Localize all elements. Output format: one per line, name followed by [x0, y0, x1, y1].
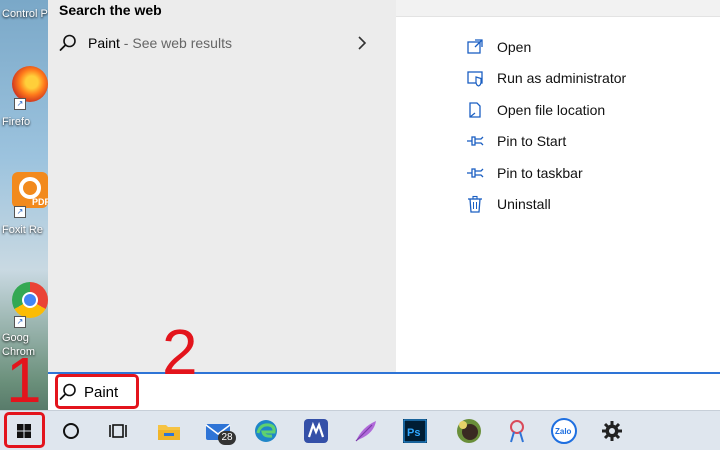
edge-icon: [255, 420, 277, 442]
search-icon: [59, 34, 76, 51]
feather-icon: [355, 421, 376, 442]
shortcut-arrow-icon: ↗: [14, 98, 26, 110]
action-label: Open: [497, 39, 532, 55]
web-result-suffix: - See web results: [119, 35, 232, 51]
cortana-button[interactable]: [57, 417, 85, 445]
desktop-icon-label: Foxit Re: [2, 224, 43, 236]
start-menu: Search the web Paint - See web results O…: [48, 0, 720, 372]
circle-icon: [63, 423, 79, 439]
feather-app[interactable]: [352, 417, 380, 445]
shortcut-arrow-icon: ↗: [14, 316, 26, 328]
mail[interactable]: 28: [204, 417, 236, 445]
desktop-icon-label: Control P: [2, 8, 48, 20]
annotation-number-1: 1: [6, 344, 42, 416]
file-explorer[interactable]: [155, 417, 183, 445]
action-uninstall[interactable]: Uninstall: [466, 193, 706, 217]
m-app-icon: [304, 419, 328, 443]
avatar-app[interactable]: [455, 417, 483, 445]
annotation-box-search: [55, 374, 139, 409]
pin-icon: [467, 168, 484, 178]
action-pin-to-start[interactable]: Pin to Start: [466, 130, 706, 154]
desktop-icon-label: Firefo: [2, 116, 31, 128]
zalo-icon: Zalo: [551, 418, 577, 444]
action-open-file-location[interactable]: Open file location: [466, 99, 706, 123]
web-result-row[interactable]: Paint - See web results: [48, 28, 396, 60]
chevron-right-icon[interactable]: [354, 34, 370, 52]
taskbar: 28 Ps Zalo: [0, 410, 720, 450]
action-pin-to-taskbar[interactable]: Pin to taskbar: [466, 162, 706, 186]
snip-icon: [510, 420, 524, 443]
photoshop-icon: Ps: [403, 419, 427, 443]
action-label: Open file location: [497, 102, 606, 118]
firefox-icon[interactable]: [12, 66, 48, 102]
photoshop[interactable]: Ps: [401, 417, 429, 445]
trash-icon: [468, 195, 482, 213]
gear-icon: [602, 421, 622, 441]
action-label: Uninstall: [497, 196, 551, 212]
snipping-app[interactable]: [503, 417, 531, 445]
photoshop-label: Ps: [407, 427, 420, 439]
shortcut-arrow-icon: ↗: [14, 206, 26, 218]
section-title: Search the web: [59, 2, 162, 18]
web-result-query: Paint: [88, 35, 120, 51]
desktop-icon-label: Goog: [2, 332, 29, 344]
admin-shield-icon: [467, 71, 483, 87]
zalo[interactable]: Zalo: [550, 417, 578, 445]
action-label: Pin to taskbar: [497, 165, 583, 181]
chrome-icon[interactable]: [12, 282, 48, 318]
mail-badge: 28: [218, 431, 236, 445]
results-pane: Search the web Paint - See web results: [48, 0, 396, 372]
app-m[interactable]: [302, 417, 330, 445]
annotation-box-start: [4, 412, 45, 448]
svg-text:PDF: PDF: [32, 197, 48, 207]
app-preview-header: [396, 0, 720, 17]
app-actions-pane: Open Run as administrator Open file loca…: [396, 0, 720, 372]
folder-icon: [158, 425, 180, 440]
zalo-label: Zalo: [555, 427, 572, 436]
foxit-pdf-icon[interactable]: PDF: [12, 172, 48, 208]
edge[interactable]: [252, 417, 280, 445]
action-label: Pin to Start: [497, 133, 567, 149]
web-result-label: Paint - See web results: [88, 35, 232, 51]
search-bar: [48, 372, 720, 410]
search-input[interactable]: [84, 379, 484, 405]
task-view-icon: [109, 424, 127, 438]
open-icon: [467, 39, 483, 54]
annotation-number-2: 2: [162, 316, 198, 388]
settings[interactable]: [598, 417, 626, 445]
action-label: Run as administrator: [497, 70, 627, 86]
task-view-button[interactable]: [104, 417, 132, 445]
avatar-icon: [457, 419, 481, 443]
pin-icon: [467, 136, 484, 146]
file-location-icon: [469, 102, 481, 118]
action-run-as-administrator[interactable]: Run as administrator: [466, 67, 706, 91]
action-open[interactable]: Open: [466, 36, 706, 60]
